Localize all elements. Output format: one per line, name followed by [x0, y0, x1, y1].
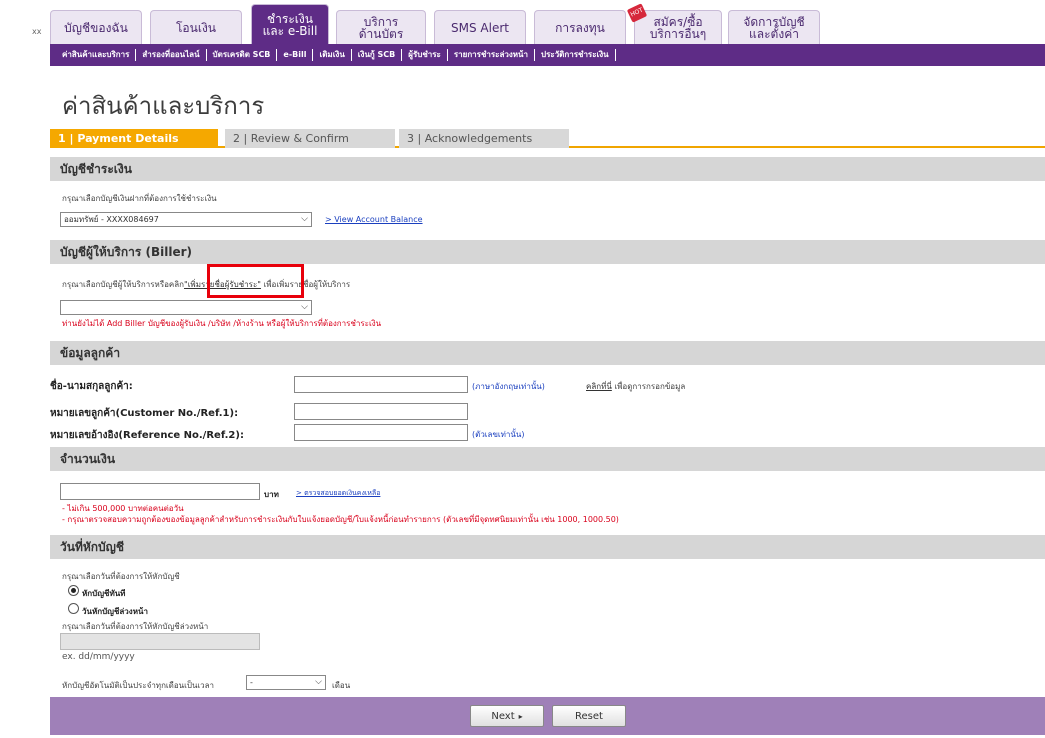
- subnav-online-booking[interactable]: สำรองที่ออนไลน์: [136, 49, 207, 61]
- section-header-biller: บัญชีผู้ให้บริการ (Biller): [50, 240, 1045, 264]
- account-select-value: ออมทรัพย์ - XXXX084697: [64, 215, 159, 224]
- chevron-down-icon: ⌵: [315, 677, 322, 687]
- customer-ref2-hint: (ตัวเลขเท่านั้น): [472, 430, 525, 439]
- tab-label: การลงทุน: [555, 20, 605, 35]
- customer-name-label: ชื่อ-นามสกุลลูกค้า:: [50, 381, 133, 392]
- chevron-down-icon: ⌵: [301, 302, 308, 312]
- radio-debit-now[interactable]: [68, 585, 79, 596]
- radio-debit-now-label: หักบัญชีทันที: [82, 589, 126, 598]
- tab-apply-services[interactable]: สมัคร/ซื้อ บริการอื่นๆ: [634, 10, 722, 44]
- tab-my-account[interactable]: บัญชีของฉัน: [50, 10, 142, 44]
- subnav-payment-history[interactable]: ประวัติการชำระเงิน: [535, 49, 616, 61]
- biller-instruction-before: กรุณาเลือกบัญชีผู้ให้บริการหรือคลิก: [62, 280, 185, 289]
- subnav-bill-payment[interactable]: ค่าสินค้าและบริการ: [56, 49, 137, 61]
- debit-date-instruction: กรุณาเลือกวันที่ต้องการให้หักบัญชี: [62, 572, 180, 581]
- top-navigation: xx บัญชีของฉัน โอนเงิน ชำระเงิน และ e-Bil…: [0, 0, 1045, 44]
- page-title: ค่าสินค้าและบริการ: [62, 92, 265, 120]
- recurring-label: หักบัญชีอัตโนมัติเป็นประจำทุกเดือนเป็นเว…: [62, 681, 215, 690]
- recurring-months-select[interactable]: - ⌵: [246, 675, 326, 690]
- section-header-account: บัญชีชำระเงิน: [50, 157, 1045, 181]
- biller-select[interactable]: ⌵: [60, 300, 312, 315]
- highlight-box: [207, 264, 304, 298]
- date-format-hint: ex. dd/mm/yyyy: [62, 652, 135, 662]
- step-review-confirm: 2 | Review & Confirm: [225, 129, 395, 148]
- tab-label: บัญชีของฉัน: [64, 20, 128, 35]
- customer-ref1-label: หมายเลขลูกค้า(Customer No./Ref.1):: [50, 408, 239, 419]
- view-balance-link[interactable]: > View Account Balance: [325, 215, 423, 224]
- amount-input[interactable]: [60, 483, 260, 500]
- subnav-scb-loan[interactable]: เงินกู้ SCB: [352, 49, 403, 61]
- subnav-payees[interactable]: ผู้รับชำระ: [402, 49, 448, 61]
- click-here-hint: เพื่อดูการกรอกข้อมูล: [614, 382, 686, 391]
- customer-name-hint: (ภาษาอังกฤษเท่านั้น): [472, 382, 545, 391]
- biller-warning: ท่านยังไม่ได้ Add Biller บัญชีของผู้รับเ…: [62, 319, 382, 328]
- subnav-scheduled-payments[interactable]: รายการชำระล่วงหน้า: [448, 49, 536, 61]
- section-header-customer: ข้อมูลลูกค้า: [50, 341, 1045, 365]
- reset-button[interactable]: Reset: [552, 705, 626, 727]
- next-button-label: Next: [491, 710, 515, 722]
- future-date-input[interactable]: [60, 633, 260, 650]
- next-button[interactable]: Next ▸: [470, 705, 544, 727]
- radio-debit-future[interactable]: [68, 603, 79, 614]
- customer-ref1-input[interactable]: [294, 403, 468, 420]
- account-instruction: กรุณาเลือกบัญชีเงินฝากที่ต้องการใช้ชำระเ…: [62, 194, 217, 203]
- section-header-debit-date: วันที่หักบัญชี: [50, 535, 1045, 559]
- tab-investment[interactable]: การลงทุน: [534, 10, 626, 44]
- account-select[interactable]: ออมทรัพย์ - XXXX084697 ⌵: [60, 212, 312, 227]
- click-here-link[interactable]: คลิกที่นี่: [586, 382, 612, 391]
- tab-label: จัดการบัญชี และตั้งค่า: [743, 14, 805, 41]
- step-payment-details: 1 | Payment Details: [50, 129, 218, 148]
- customer-ref2-label: หมายเลขอ้างอิง(Reference No./Ref.2):: [50, 430, 244, 441]
- form-footer: Next ▸ Reset: [50, 697, 1045, 735]
- subnav-ebill[interactable]: e-Bill: [277, 49, 314, 61]
- reset-button-label: Reset: [575, 710, 603, 722]
- recurring-unit: เดือน: [332, 681, 351, 690]
- recurring-months-value: -: [250, 678, 253, 687]
- sub-navigation: ค่าสินค้าและบริการ สำรองที่ออนไลน์ บัตรเ…: [50, 44, 1045, 66]
- tab-sms-alert[interactable]: SMS Alert: [434, 10, 526, 44]
- chevron-down-icon: ⌵: [301, 214, 308, 224]
- tab-label: สมัคร/ซื้อ บริการอื่นๆ: [649, 14, 707, 41]
- amount-note-verify: - กรุณาตรวจสอบความถูกต้องของข้อมูลลูกค้า…: [62, 515, 619, 524]
- tab-label: บริการ ด้านบัตร: [358, 14, 404, 41]
- future-date-instruction: กรุณาเลือกวันที่ต้องการให้หักบัญชีล่วงหน…: [62, 622, 209, 631]
- customer-name-input[interactable]: [294, 376, 468, 393]
- subnav-top-up[interactable]: เติมเงิน: [313, 49, 352, 61]
- tab-label: ชำระเงิน และ e-Bill: [262, 11, 318, 38]
- step-acknowledgements: 3 | Acknowledgements: [399, 129, 569, 148]
- tab-account-settings[interactable]: จัดการบัญชี และตั้งค่า: [728, 10, 820, 44]
- tab-transfer[interactable]: โอนเงิน: [150, 10, 242, 44]
- customer-ref2-input[interactable]: [294, 424, 468, 441]
- tab-card-services[interactable]: บริการ ด้านบัตร: [336, 10, 426, 44]
- section-header-amount: จำนวนเงิน: [50, 447, 1045, 471]
- step-indicator: 1 | Payment Details 2 | Review & Confirm…: [50, 129, 1045, 148]
- tab-label: โอนเงิน: [175, 20, 217, 35]
- subnav-scb-credit-card[interactable]: บัตรเครดิต SCB: [207, 49, 278, 61]
- arrow-right-icon: ▸: [518, 711, 523, 721]
- click-here-row: คลิกที่นี่ เพื่อดูการกรอกข้อมูล: [586, 380, 685, 393]
- radio-debit-future-label: วันหักบัญชีล่วงหน้า: [82, 607, 148, 616]
- currency-label: บาท: [264, 490, 279, 499]
- check-balance-link[interactable]: > ตรวจสอบยอดเงินคงเหลือ: [296, 488, 380, 499]
- tab-payments-ebill[interactable]: ชำระเงิน และ e-Bill: [251, 4, 329, 44]
- tab-label: SMS Alert: [451, 20, 509, 35]
- nav-prefix: xx: [32, 27, 42, 36]
